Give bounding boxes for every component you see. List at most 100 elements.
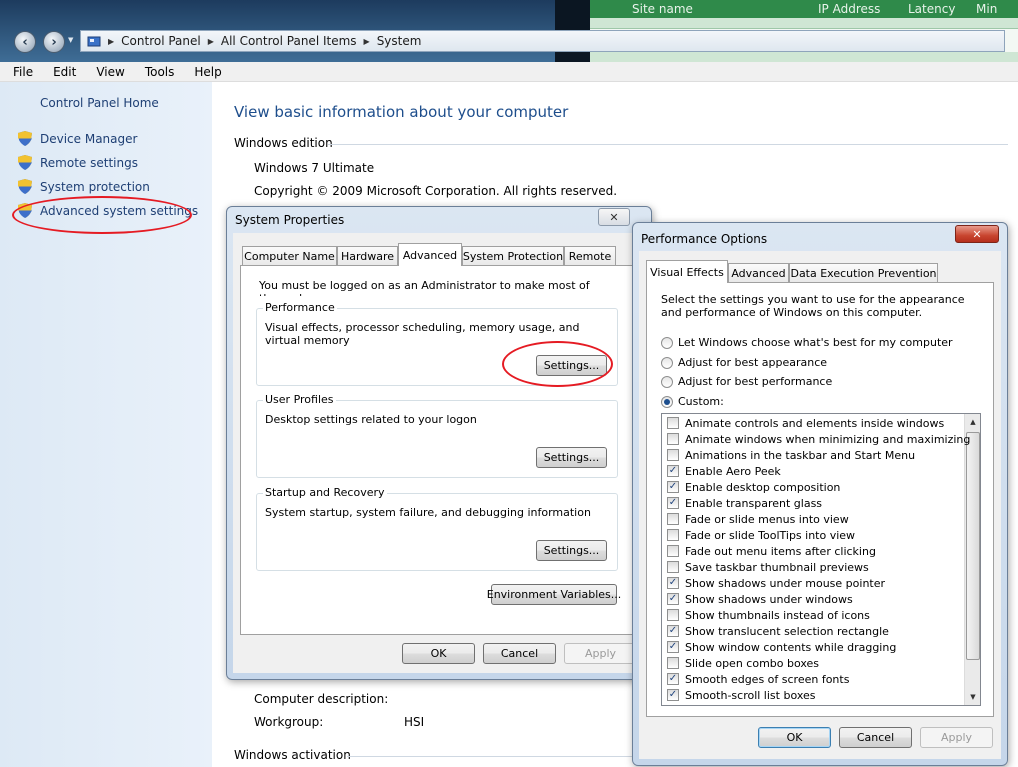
visual-effect-option[interactable]: Animate controls and elements inside win…: [667, 415, 944, 431]
visual-effect-option[interactable]: Fade out menu items after clicking: [667, 543, 876, 559]
visual-effect-label: Enable desktop composition: [685, 480, 841, 494]
bg-col-ip-address: IP Address: [818, 2, 881, 16]
visual-effect-option[interactable]: ✓ Smooth edges of screen fonts: [667, 671, 849, 687]
cancel-button[interactable]: Cancel: [839, 727, 912, 748]
checkbox-checked-icon: ✓: [667, 497, 679, 509]
radio-let-windows-choose[interactable]: Let Windows choose what's best for my co…: [661, 336, 953, 349]
back-button[interactable]: ‹: [14, 31, 36, 53]
breadcrumb-control-panel[interactable]: Control Panel: [121, 34, 201, 48]
forward-button[interactable]: ›: [43, 31, 65, 53]
scroll-thumb[interactable]: [966, 432, 980, 660]
user-profiles-group: User Profiles Desktop settings related t…: [256, 393, 618, 478]
device-manager-link[interactable]: Device Manager: [40, 132, 137, 146]
menu-edit[interactable]: Edit: [53, 65, 76, 79]
tab-system-protection[interactable]: System Protection: [462, 246, 564, 266]
radio-best-appearance[interactable]: Adjust for best appearance: [661, 356, 827, 369]
visual-effect-option[interactable]: ✓ Enable transparent glass: [667, 495, 822, 511]
user-profiles-description: Desktop settings related to your logon: [265, 413, 477, 426]
breadcrumb-all-items[interactable]: All Control Panel Items: [221, 34, 357, 48]
control-panel-home-link[interactable]: Control Panel Home: [40, 96, 159, 110]
visual-effect-option[interactable]: ✓ Show translucent selection rectangle: [667, 623, 889, 639]
tab-hardware[interactable]: Hardware: [337, 246, 398, 266]
visual-effect-option[interactable]: Show thumbnails instead of icons: [667, 607, 870, 623]
tab-remote[interactable]: Remote: [564, 246, 616, 266]
visual-effect-option[interactable]: Fade or slide ToolTips into view: [667, 527, 855, 543]
close-button[interactable]: ✕: [598, 208, 630, 226]
visual-effect-label: Show window contents while dragging: [685, 640, 897, 654]
close-icon: ✕: [972, 227, 982, 241]
menu-help[interactable]: Help: [194, 65, 221, 79]
startup-recovery-settings-button[interactable]: Settings...: [536, 540, 607, 561]
visual-effect-label: Enable transparent glass: [685, 496, 823, 510]
menu-file[interactable]: File: [13, 65, 33, 79]
performance-group-label: Performance: [263, 301, 337, 314]
tab-advanced[interactable]: Advanced: [728, 263, 789, 283]
visual-effect-option[interactable]: ✓ Enable desktop composition: [667, 479, 840, 495]
apply-button[interactable]: Apply: [920, 727, 993, 748]
visual-effect-option[interactable]: Slide open combo boxes: [667, 655, 819, 671]
startup-recovery-description: System startup, system failure, and debu…: [265, 506, 591, 519]
ok-button[interactable]: OK: [758, 727, 831, 748]
visual-effect-option[interactable]: Fade or slide menus into view: [667, 511, 849, 527]
performance-options-dialog: Performance Options ✕ Visual Effects Adv…: [632, 222, 1008, 766]
visual-effect-option[interactable]: ✓ Show window contents while dragging: [667, 639, 896, 655]
radio-best-performance[interactable]: Adjust for best performance: [661, 375, 832, 388]
visual-effect-option[interactable]: ✓ Show shadows under windows: [667, 591, 853, 607]
user-profiles-settings-button[interactable]: Settings...: [536, 447, 607, 468]
visual-effect-option[interactable]: ✓ Enable Aero Peek: [667, 463, 781, 479]
menu-tools[interactable]: Tools: [145, 65, 175, 79]
tab-data-execution-prevention[interactable]: Data Execution Prevention: [789, 263, 938, 283]
visual-effect-option[interactable]: ✓ Smooth-scroll list boxes: [667, 687, 816, 703]
breadcrumb-system[interactable]: System: [377, 34, 422, 48]
visual-effect-option[interactable]: Animate windows when minimizing and maxi…: [667, 431, 970, 447]
admin-note: You must be logged on as an Administrato…: [259, 279, 590, 296]
background-app-header: Site name IP Address Latency Min: [590, 0, 1018, 18]
radio-label: Adjust for best appearance: [678, 356, 828, 369]
back-arrow-icon: ‹: [22, 34, 28, 50]
tab-computer-name[interactable]: Computer Name: [242, 246, 337, 266]
radio-label: Let Windows choose what's best for my co…: [678, 336, 953, 349]
environment-variables-button[interactable]: Environment Variables...: [487, 584, 621, 605]
visual-effect-label: Show shadows under windows: [685, 592, 853, 606]
checkbox-unchecked-icon: [667, 657, 679, 669]
radio-button-selected-icon: [661, 395, 673, 408]
system-properties-dialog: System Properties ✕ Computer Name Hardwa…: [226, 206, 652, 680]
computer-description-label: Computer description:: [254, 692, 389, 706]
tab-advanced[interactable]: Advanced: [398, 243, 462, 266]
edition-value: Windows 7 Ultimate: [254, 161, 375, 175]
system-protection-link[interactable]: System protection: [40, 180, 150, 194]
visual-effects-panel: Select the settings you want to use for …: [646, 282, 994, 717]
visual-effects-list[interactable]: ▲ ▼ Animate controls and elements inside…: [661, 413, 981, 706]
close-button[interactable]: ✕: [955, 225, 999, 243]
breadcrumb-separator-icon: ▶: [108, 36, 115, 46]
section-divider: [328, 144, 1008, 145]
breadcrumb-separator-icon: ▶: [363, 36, 370, 46]
bg-col-min: Min: [976, 2, 998, 16]
radio-button-icon: [661, 336, 673, 349]
annotation-circle: [12, 196, 192, 234]
radio-custom[interactable]: Custom:: [661, 395, 724, 408]
bg-col-site-name: Site name: [632, 2, 693, 16]
checkbox-checked-icon: ✓: [667, 593, 679, 605]
visual-effect-option[interactable]: Save taskbar thumbnail previews: [667, 559, 869, 575]
visual-effect-label: Smooth-scroll list boxes: [685, 688, 816, 702]
checkbox-checked-icon: ✓: [667, 625, 679, 637]
visual-effect-option[interactable]: ✓ Show shadows under mouse pointer: [667, 575, 885, 591]
visual-effect-label: Animations in the taskbar and Start Menu: [685, 448, 916, 462]
scroll-up-arrow-icon[interactable]: ▲: [965, 414, 980, 430]
menu-view[interactable]: View: [96, 65, 124, 79]
checkbox-checked-icon: ✓: [667, 689, 679, 701]
list-scrollbar[interactable]: ▲ ▼: [964, 414, 980, 705]
scroll-down-arrow-icon[interactable]: ▼: [965, 689, 980, 705]
tab-visual-effects[interactable]: Visual Effects: [646, 260, 728, 283]
ok-button[interactable]: OK: [402, 643, 475, 664]
workgroup-value: HSI: [404, 715, 425, 729]
visual-effects-intro: Select the settings you want to use for …: [661, 293, 965, 319]
remote-settings-link[interactable]: Remote settings: [40, 156, 138, 170]
recent-pages-dropdown-icon[interactable]: ▼: [68, 36, 73, 44]
apply-button[interactable]: Apply: [564, 643, 637, 664]
visual-effect-option[interactable]: Animations in the taskbar and Start Menu: [667, 447, 915, 463]
cancel-button[interactable]: Cancel: [483, 643, 556, 664]
user-profiles-group-label: User Profiles: [263, 393, 336, 406]
address-bar[interactable]: ▶ Control Panel ▶ All Control Panel Item…: [80, 30, 1005, 52]
